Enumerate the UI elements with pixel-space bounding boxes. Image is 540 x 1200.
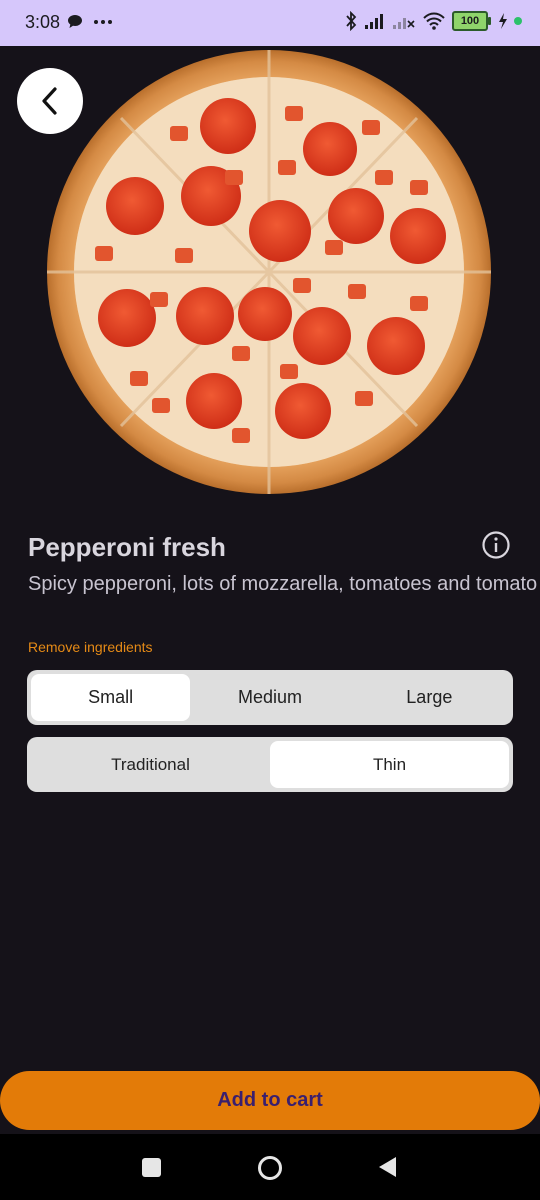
size-option-large[interactable]: Large — [350, 674, 509, 721]
size-selector: Small Medium Large — [27, 670, 513, 725]
system-nav-bar — [0, 1134, 540, 1200]
size-option-small[interactable]: Small — [31, 674, 191, 721]
battery-icon: 100 — [452, 11, 491, 31]
pizza-image — [47, 50, 491, 494]
back-button[interactable] — [17, 68, 83, 134]
add-to-cart-button[interactable]: Add to cart — [0, 1071, 540, 1130]
chevron-left-icon — [42, 87, 57, 115]
bluetooth-icon — [346, 11, 357, 31]
status-time: 3:08 — [25, 12, 61, 32]
battery-level: 100 — [460, 15, 480, 27]
crust-option-thin[interactable]: Thin — [270, 741, 509, 788]
nav-back-button[interactable] — [377, 1156, 397, 1178]
recent-apps-button[interactable] — [142, 1158, 161, 1177]
signal-icon — [365, 14, 383, 29]
crust-selector: Traditional Thin — [27, 737, 513, 792]
product-image — [0, 46, 540, 516]
remove-ingredients-link[interactable]: Remove ingredients — [28, 639, 153, 655]
product-title: Pepperoni fresh — [28, 532, 226, 562]
crust-option-traditional[interactable]: Traditional — [31, 741, 270, 788]
status-bar: 3:08 100 — [0, 0, 540, 46]
chat-icon — [68, 15, 82, 28]
info-icon[interactable] — [481, 530, 511, 560]
signal-no-service-icon — [393, 18, 415, 29]
more-dots-icon — [94, 19, 112, 24]
home-button[interactable] — [257, 1155, 283, 1181]
status-dot — [514, 17, 522, 25]
product-description: Spicy pepperoni, lots of mozzarella, tom… — [28, 573, 540, 595]
charging-icon — [499, 13, 507, 29]
size-option-medium[interactable]: Medium — [190, 674, 349, 721]
wifi-icon — [423, 12, 445, 30]
